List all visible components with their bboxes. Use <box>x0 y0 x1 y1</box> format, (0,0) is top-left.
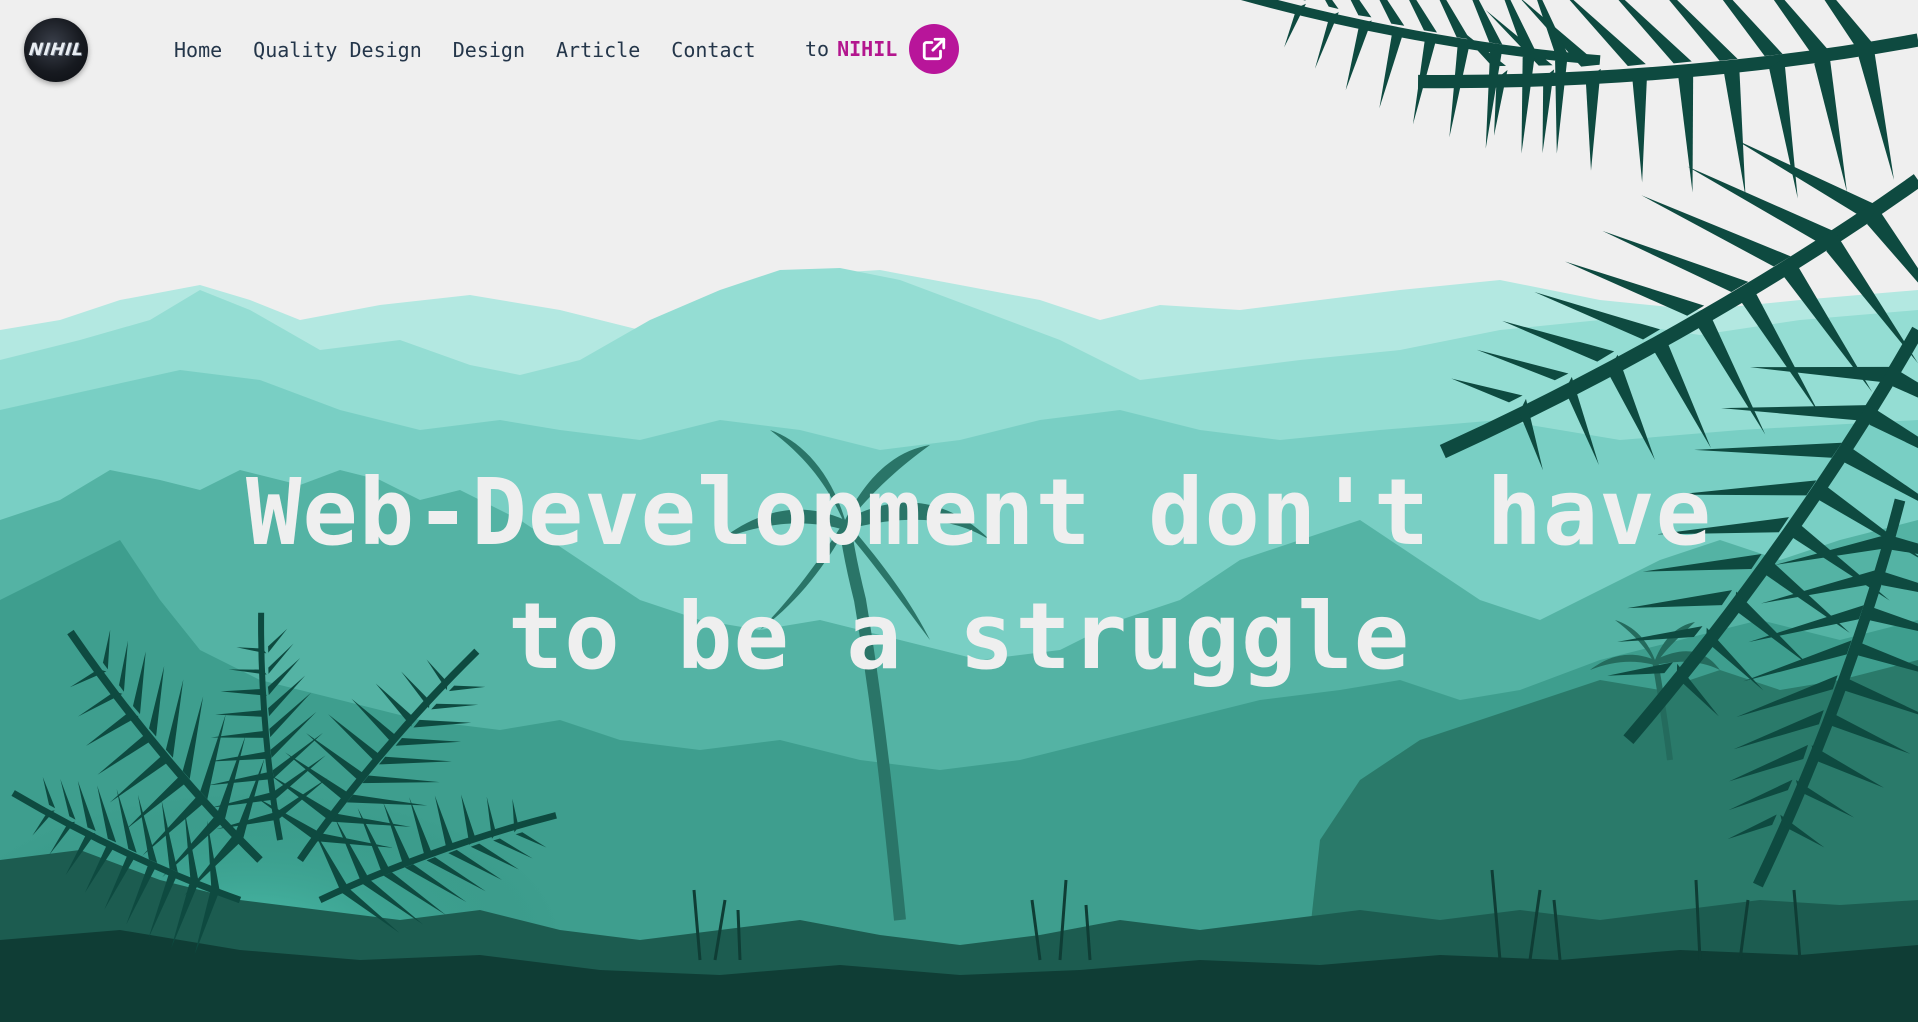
logo-button[interactable]: NIHIL <box>24 18 88 82</box>
brand-name: NIHIL <box>837 37 898 61</box>
nav-links: Home Quality Design Design Article Conta… <box>174 38 756 62</box>
logo-text: NIHIL <box>27 40 85 60</box>
nav-link-article[interactable]: Article <box>556 38 640 62</box>
external-link-icon <box>923 37 946 61</box>
external-link-button[interactable] <box>909 24 960 74</box>
top-navbar: NIHIL Home Quality Design Design Article… <box>0 0 1000 100</box>
brand-cta[interactable]: to NIHIL <box>805 24 960 74</box>
landing-page: NIHIL Home Quality Design Design Article… <box>0 0 1918 1022</box>
nav-link-design[interactable]: Design <box>453 38 525 62</box>
brand-prefix: to <box>805 37 830 61</box>
nav-link-home[interactable]: Home <box>174 38 222 62</box>
jungle-background-illustration <box>0 0 1918 1022</box>
nav-link-contact[interactable]: Contact <box>671 38 755 62</box>
nav-link-quality-design[interactable]: Quality Design <box>253 38 422 62</box>
